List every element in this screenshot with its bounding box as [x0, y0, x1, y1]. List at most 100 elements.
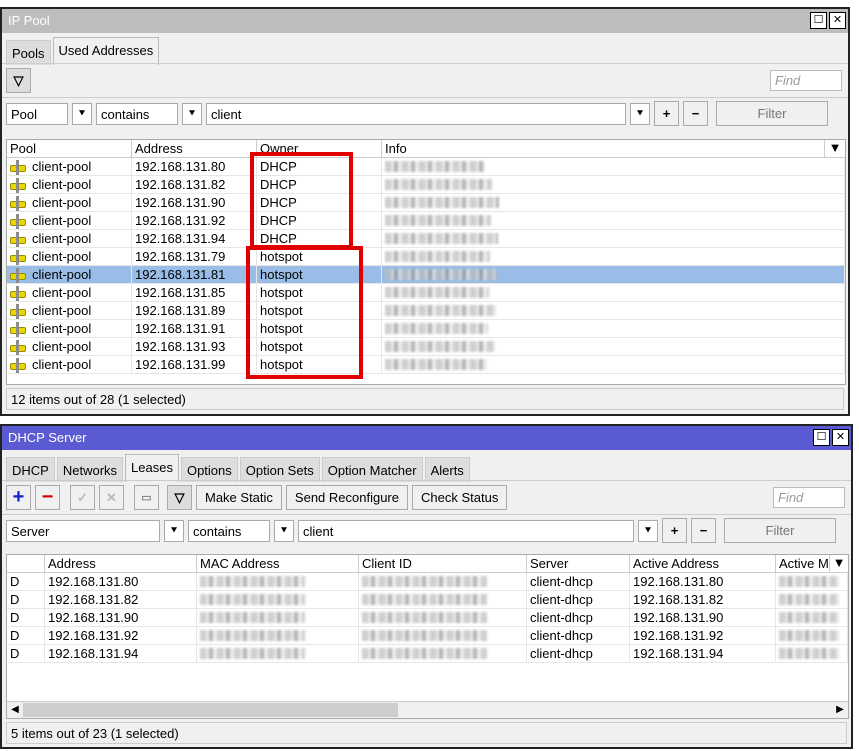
pool-name: client-pool [32, 285, 92, 300]
pool-name: client-pool [32, 231, 92, 246]
pool-cell: client-pool [7, 266, 132, 283]
find-input[interactable]: Find [770, 70, 842, 91]
blurred-info [385, 179, 492, 190]
active-mac-cell [776, 591, 848, 608]
maximize-button[interactable]: ☐ [813, 429, 830, 446]
disable-icon[interactable]: ✕ [99, 485, 124, 510]
window-title: IP Pool [2, 9, 848, 33]
pool-icon [10, 195, 26, 211]
table-row[interactable]: D 192.168.131.80 client-dhcp 192.168.131.80 [7, 573, 848, 591]
pool-icon [10, 159, 26, 175]
filter-value[interactable]: client [206, 102, 626, 125]
table-row[interactable]: client-pool 192.168.131.82 DHCP [7, 176, 845, 194]
address-cell: 192.168.131.80 [45, 573, 197, 590]
check-status-button[interactable]: Check Status [412, 485, 508, 510]
horizontal-scrollbar[interactable]: ◀ ▶ [7, 701, 848, 718]
remove-filter-button[interactable]: − [683, 101, 708, 126]
column-menu-icon[interactable]: ▼ [830, 555, 848, 572]
comment-icon[interactable]: ▭ [134, 485, 159, 510]
remove-filter-button[interactable]: − [691, 518, 716, 543]
table-row[interactable]: client-pool 192.168.131.91 hotspot [7, 320, 845, 338]
filter-operator[interactable]: contains [96, 102, 178, 125]
active-address-cell: 192.168.131.82 [630, 591, 776, 608]
tab-options[interactable]: Options [180, 457, 238, 482]
dropdown-icon[interactable]: ⯆ [638, 519, 658, 542]
filter-icon[interactable]: ▽ [6, 68, 31, 93]
table-row[interactable]: client-pool 192.168.131.99 hotspot [7, 356, 845, 374]
address-cell: 192.168.131.92 [45, 627, 197, 644]
dropdown-icon[interactable]: ⯆ [72, 102, 92, 125]
add-icon[interactable]: + [6, 485, 31, 510]
table-row[interactable]: client-pool 192.168.131.79 hotspot [7, 248, 845, 266]
send-reconfigure-button[interactable]: Send Reconfigure [285, 485, 408, 510]
find-input[interactable]: Find [773, 487, 845, 508]
remove-icon[interactable]: − [35, 485, 60, 510]
table-row[interactable]: D 192.168.131.92 client-dhcp 192.168.131.92 [7, 627, 848, 645]
filter-value[interactable]: client [298, 519, 634, 542]
column-menu-icon[interactable]: ▼ [825, 140, 845, 157]
tab-alerts[interactable]: Alerts [424, 457, 470, 482]
filter-field[interactable]: Server [6, 519, 160, 542]
table-row[interactable]: client-pool 192.168.131.94 DHCP [7, 230, 845, 248]
table-row[interactable]: client-pool 192.168.131.85 hotspot [7, 284, 845, 302]
tab-option-matcher[interactable]: Option Matcher [321, 457, 423, 482]
col-client-id[interactable]: Client ID [359, 555, 527, 572]
scrollbar-thumb[interactable] [23, 703, 398, 717]
dropdown-icon[interactable]: ⯆ [630, 102, 650, 125]
table-row[interactable]: client-pool 192.168.131.80 DHCP [7, 158, 845, 176]
dropdown-icon[interactable]: ⯆ [164, 519, 184, 542]
tab-dhcp[interactable]: DHCP [6, 457, 55, 482]
dropdown-icon[interactable]: ⯆ [182, 102, 202, 125]
blurred-value [779, 630, 839, 641]
address-cell: 192.168.131.90 [132, 194, 257, 211]
tab-leases[interactable]: Leases [125, 454, 179, 482]
filter-operator[interactable]: contains [188, 519, 270, 542]
close-button[interactable]: ✕ [829, 12, 846, 29]
filter-button[interactable]: Filter [724, 518, 836, 543]
col-server[interactable]: Server [527, 555, 630, 572]
filter-button[interactable]: Filter [716, 101, 828, 126]
info-cell [382, 338, 845, 355]
table-row[interactable]: client-pool 192.168.131.89 hotspot [7, 302, 845, 320]
filter-field[interactable]: Pool [6, 102, 68, 125]
close-button[interactable]: ✕ [832, 429, 849, 446]
col-active-m[interactable]: Active M [776, 555, 830, 572]
table-row[interactable]: client-pool 192.168.131.92 DHCP [7, 212, 845, 230]
blurred-value [200, 594, 305, 605]
dropdown-icon[interactable]: ⯆ [274, 519, 294, 542]
table-row[interactable]: client-pool 192.168.131.81 hotspot [7, 266, 845, 284]
tab-used-addresses[interactable]: Used Addresses [52, 37, 160, 65]
col-address[interactable]: Address [132, 140, 257, 157]
address-cell: 192.168.131.81 [132, 266, 257, 283]
col-active-address[interactable]: Active Address [630, 555, 776, 572]
table-row[interactable]: D 192.168.131.90 client-dhcp 192.168.131.90 [7, 609, 848, 627]
col-info[interactable]: Info [382, 140, 825, 157]
client-id-cell [359, 591, 527, 608]
info-cell [382, 212, 845, 229]
active-address-cell: 192.168.131.92 [630, 627, 776, 644]
table-row[interactable]: client-pool 192.168.131.90 DHCP [7, 194, 845, 212]
table-row[interactable]: client-pool 192.168.131.93 hotspot [7, 338, 845, 356]
scroll-left-icon[interactable]: ◀ [7, 702, 23, 718]
pool-cell: client-pool [7, 338, 132, 355]
add-filter-button[interactable]: + [654, 101, 679, 126]
add-filter-button[interactable]: + [662, 518, 687, 543]
scroll-right-icon[interactable]: ▶ [832, 702, 848, 718]
table-row[interactable]: D 192.168.131.94 client-dhcp 192.168.131.94 [7, 645, 848, 663]
pool-name: client-pool [32, 213, 92, 228]
pool-cell: client-pool [7, 158, 132, 175]
tab-networks[interactable]: Networks [56, 457, 124, 482]
col-mac-address[interactable]: MAC Address [197, 555, 359, 572]
ip-pool-window: IP Pool ☐ ✕ Pools Used Addresses ▽ Find P… [0, 7, 850, 416]
maximize-button[interactable]: ☐ [810, 12, 827, 29]
enable-icon[interactable]: ✓ [70, 485, 95, 510]
tab-pools[interactable]: Pools [6, 40, 51, 65]
col-pool[interactable]: Pool [7, 140, 132, 157]
filter-icon[interactable]: ▽ [167, 485, 192, 510]
col-address[interactable]: Address [45, 555, 197, 572]
table-row[interactable]: D 192.168.131.82 client-dhcp 192.168.131.82 [7, 591, 848, 609]
info-cell [382, 302, 845, 319]
col-flags[interactable] [7, 555, 45, 572]
tab-option-sets[interactable]: Option Sets [239, 457, 320, 482]
make-static-button[interactable]: Make Static [196, 485, 282, 510]
